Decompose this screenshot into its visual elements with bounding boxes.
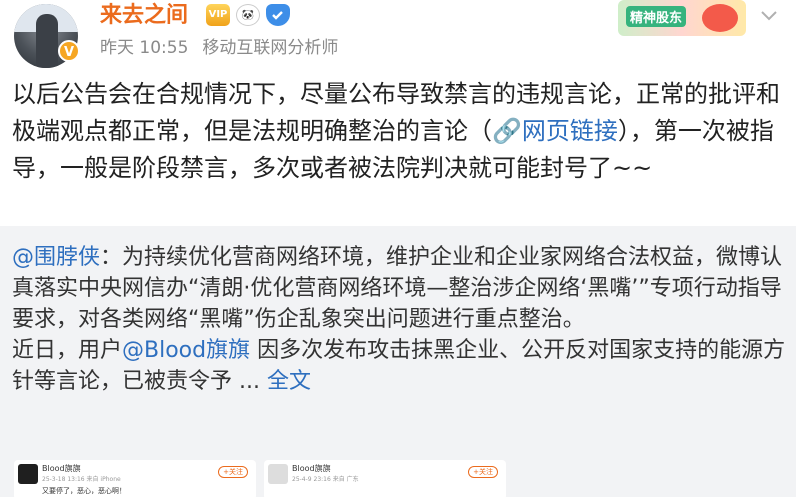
post-time: 昨天 10:55 (100, 38, 189, 58)
link-icon: 🔗 (492, 117, 522, 145)
user-badges: VIP 🐼 (206, 4, 290, 26)
panda-badge-icon[interactable]: 🐼 (236, 4, 260, 26)
post-meta: 昨天 10:55 移动互联网分析师 (100, 36, 352, 60)
repost-body: @围脖侠：为持续优化营商网络环境，维护企业和企业家网络合法权益，微博认真落实中央… (12, 242, 786, 397)
thumb-follow: +关注 (218, 466, 248, 478)
chevron-down-icon[interactable] (760, 6, 778, 24)
banner-mascot-icon (702, 4, 738, 32)
repost-image-1[interactable]: Blood旗旗 25-3-18 13:16 来自 iPhone +关注 又要停了… (14, 460, 256, 500)
post-source[interactable]: 移动互联网分析师 (202, 38, 338, 58)
web-link[interactable]: 🔗网页链接 (492, 117, 618, 145)
thumb-name: Blood旗旗 (42, 464, 81, 473)
thumb-avatar (268, 464, 288, 484)
repost-image-2[interactable]: Blood旗旗 25-4-9 23:16 来自 广东 +关注 (264, 460, 506, 500)
thumb-follow: +关注 (468, 466, 498, 478)
verified-icon: V (58, 40, 80, 62)
link-text: 网页链接 (521, 117, 618, 145)
thumb-meta: 25-3-18 13:16 来自 iPhone (42, 476, 121, 483)
post-body: 以后公告会在合规情况下，尽量公布导致禁言的违规言论，正常的批评和极端观点都正常，… (12, 76, 784, 187)
thumb-meta: 25-4-9 23:16 来自 广东 (292, 476, 359, 483)
repost-card[interactable]: @围脖侠：为持续优化营商网络环境，维护企业和企业家网络合法权益，微博认真落实中央… (0, 226, 796, 500)
thumb-body: 又要停了，恶心，恶心啊！ (42, 487, 126, 495)
username[interactable]: 来去之间 (100, 0, 188, 32)
avatar-figure (36, 14, 58, 68)
repost-paragraph-1: ：为持续优化营商网络环境，维护企业和企业家网络合法权益，微博认真落实中央网信办“… (12, 245, 783, 332)
repost-p2-before: 近日，用户 (12, 338, 123, 363)
shield-badge-icon[interactable] (266, 4, 290, 26)
thumb-avatar (18, 464, 38, 484)
blood-mention[interactable]: @Blood旗旗 (122, 338, 250, 363)
fan-banner[interactable]: 精神股东 (618, 0, 746, 36)
thumb-name: Blood旗旗 (292, 464, 331, 473)
banner-label: 精神股东 (626, 6, 687, 27)
repost-images: Blood旗旗 25-3-18 13:16 来自 iPhone +关注 又要停了… (14, 460, 506, 500)
full-text-link[interactable]: 全文 (267, 369, 311, 394)
vip-badge-icon[interactable]: VIP (206, 4, 230, 26)
post-header: V 来去之间 VIP 🐼 昨天 10:55 移动互联网分析师 精神股东 (0, 0, 796, 70)
repost-author-mention[interactable]: @围脖侠 (12, 245, 100, 270)
